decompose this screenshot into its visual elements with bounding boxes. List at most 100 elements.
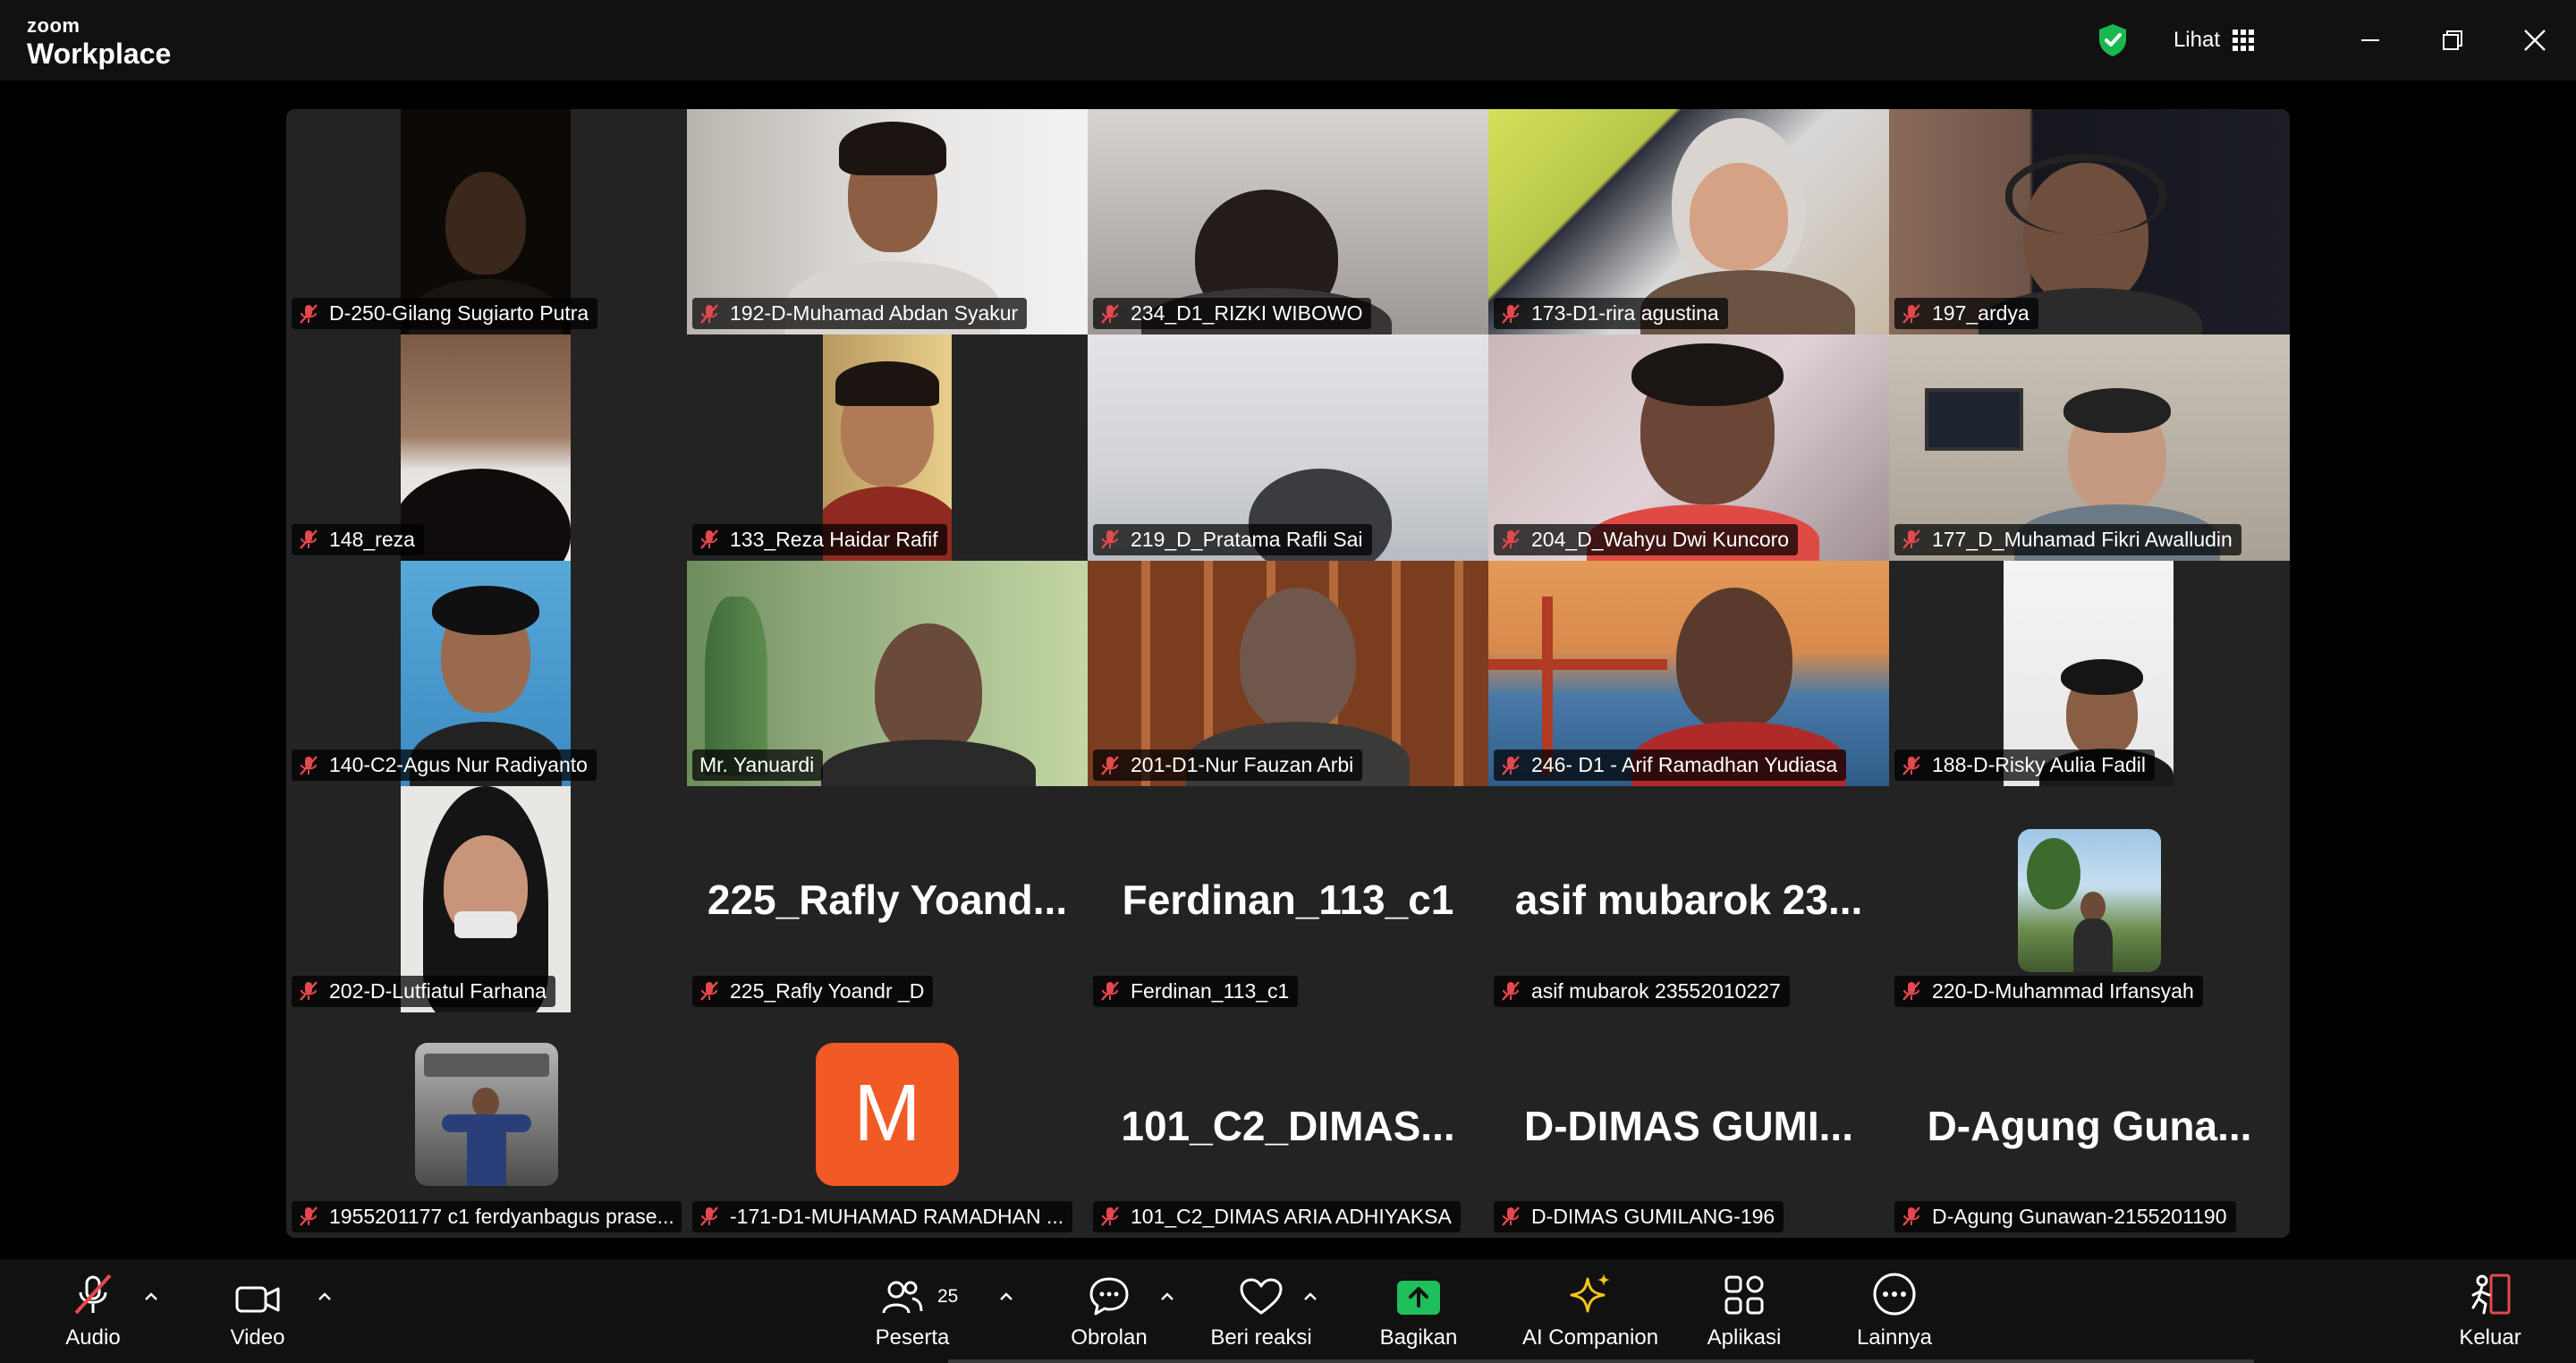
participant-name-tag: 219_D_Pratama Rafli Sai: [1093, 523, 1372, 555]
participant-name: D-DIMAS GUMILANG-196: [1531, 1204, 1775, 1228]
participant-name: 202-D-Lutfiatul Farhana: [329, 978, 547, 1003]
restore-button[interactable]: [2411, 0, 2494, 80]
participant-tile[interactable]: 173-D1-rira agustina: [1488, 109, 1889, 335]
muted-mic-icon: [1502, 981, 1520, 1001]
participant-tile[interactable]: D-DIMAS GUMI... D-DIMAS GUMILANG-196: [1488, 1012, 1889, 1238]
participant-tile[interactable]: 234_D1_RIZKI WIBOWO: [1088, 109, 1488, 335]
participant-name: Ferdinan_113_c1: [1131, 978, 1290, 1003]
audio-options-caret-icon[interactable]: [143, 1291, 159, 1302]
participant-name: 192-D-Muhamad Abdan Syakur: [730, 301, 1019, 326]
participant-name-tag: D-Agung Gunawan-2155201190: [1894, 1200, 2236, 1232]
participant-display-name: D-DIMAS GUMI...: [1524, 1102, 1853, 1149]
participant-display-name: 225_Rafly Yoand...: [707, 876, 1068, 924]
close-icon: [2524, 30, 2546, 51]
security-shield-icon[interactable]: [2097, 22, 2129, 58]
participant-name-tag: 148_reza: [292, 523, 424, 555]
participant-name-tag: Ferdinan_113_c1: [1093, 975, 1299, 1007]
participant-name: 246- D1 - Arif Ramadhan Yudiasa: [1531, 753, 1838, 777]
apps-button[interactable]: Aplikasi: [1699, 1259, 1789, 1363]
participant-name-tag: 192-D-Muhamad Abdan Syakur: [692, 298, 1028, 330]
participant-tile[interactable]: 197_ardya: [1889, 109, 2290, 335]
video-label: Video: [230, 1325, 285, 1350]
participant-tile[interactable]: 148_reza: [286, 334, 687, 561]
muted-mic-icon: [1502, 529, 1520, 550]
active-speaker-tile[interactable]: Mr. Yanuardi: [687, 560, 1088, 787]
chat-options-caret-icon[interactable]: [1159, 1291, 1175, 1302]
reactions-options-caret-icon[interactable]: [1302, 1291, 1318, 1302]
participant-tile[interactable]: 188-D-Risky Aulia Fadil: [1889, 560, 2290, 787]
participant-tile[interactable]: D-Agung Guna... D-Agung Gunawan-21552011…: [1889, 1012, 2290, 1238]
view-button[interactable]: Lihat: [2174, 28, 2254, 53]
participants-options-caret-icon[interactable]: [998, 1291, 1014, 1302]
muted-mic-icon: [300, 304, 318, 324]
participant-tile[interactable]: 133_Reza Haidar Rafif: [687, 334, 1088, 561]
more-button[interactable]: Lainnya: [1850, 1259, 1939, 1363]
participant-name: Mr. Yanuardi: [699, 753, 815, 777]
audio-button[interactable]: Audio: [55, 1259, 131, 1363]
muted-mic-icon: [1902, 304, 1920, 324]
chat-label: Obrolan: [1071, 1325, 1148, 1350]
participant-tile[interactable]: 219_D_Pratama Rafli Sai: [1088, 334, 1488, 561]
participant-tile[interactable]: asif mubarok 23... asif mubarok 23552010…: [1488, 786, 1889, 1012]
muted-mic-icon: [1101, 304, 1119, 324]
participant-name-tag: 234_D1_RIZKI WIBOWO: [1093, 298, 1372, 330]
view-label: Lihat: [2173, 28, 2220, 52]
muted-mic-icon: [1902, 981, 1920, 1001]
muted-mic-icon: [1902, 755, 1920, 775]
participant-tile[interactable]: M -171-D1-MUHAMAD RAMADHAN ...: [687, 1012, 1088, 1238]
participant-tile[interactable]: 202-D-Lutfiatul Farhana: [286, 786, 687, 1012]
participant-tile[interactable]: 246- D1 - Arif Ramadhan Yudiasa: [1488, 560, 1889, 787]
participants-label: Peserta: [875, 1325, 950, 1350]
ai-companion-button[interactable]: AI Companion: [1519, 1259, 1662, 1363]
participant-name-tag: Mr. Yanuardi: [692, 749, 824, 782]
muted-mic-icon: [300, 1206, 318, 1227]
participant-name-tag: 188-D-Risky Aulia Fadil: [1894, 749, 2156, 782]
leave-meeting-button[interactable]: Keluar: [2453, 1259, 2528, 1363]
participant-name-tag: -171-D1-MUHAMAD RAMADHAN ...: [692, 1200, 1073, 1232]
restore-icon: [2443, 30, 2462, 50]
chat-bubble-icon: [1089, 1277, 1129, 1316]
participant-tile[interactable]: Ferdinan_113_c1 Ferdinan_113_c1: [1088, 786, 1488, 1012]
participant-tile[interactable]: 192-D-Muhamad Abdan Syakur: [687, 109, 1088, 335]
participant-name-tag: 197_ardya: [1894, 298, 2038, 330]
participant-tile[interactable]: 177_D_Muhamad Fikri Awalludin: [1889, 334, 2290, 561]
participant-tile[interactable]: D-250-Gilang Sugiarto Putra: [286, 109, 687, 335]
participant-tile[interactable]: 220-D-Muhammad Irfansyah: [1889, 786, 2290, 1012]
participant-name: 220-D-Muhammad Irfansyah: [1932, 978, 2194, 1003]
video-button[interactable]: Video: [220, 1259, 295, 1363]
participants-button[interactable]: 25 Peserta: [868, 1259, 958, 1363]
brand-large: Workplace: [27, 38, 172, 70]
participant-display-name: Ferdinan_113_c1: [1122, 876, 1454, 924]
participant-name-tag: 220-D-Muhammad Irfansyah: [1894, 975, 2203, 1007]
toolbar-divider: [948, 1359, 2254, 1363]
participant-tile[interactable]: 101_C2_DIMAS... 101_C2_DIMAS ARIA ADHIYA…: [1088, 1012, 1488, 1238]
video-camera-icon: [235, 1286, 280, 1313]
participant-tile[interactable]: 1955201177 c1 ferdyanbagus prase...: [286, 1012, 687, 1238]
muted-microphone-icon: [74, 1274, 112, 1315]
participant-display-name: D-Agung Guna...: [1927, 1102, 2252, 1149]
reactions-button[interactable]: Beri reaksi: [1208, 1259, 1315, 1363]
muted-mic-icon: [1902, 1206, 1920, 1227]
muted-mic-icon: [300, 981, 318, 1001]
participant-tile[interactable]: 204_D_Wahyu Dwi Kuncoro: [1488, 334, 1889, 561]
avatar-letter: M: [816, 1042, 959, 1186]
leave-door-icon: [2471, 1274, 2511, 1315]
muted-mic-icon: [1902, 529, 1920, 550]
close-button[interactable]: [2494, 0, 2576, 80]
participant-name: 173-D1-rira agustina: [1531, 301, 1719, 326]
share-screen-button[interactable]: Bagikan: [1374, 1259, 1463, 1363]
participant-tile[interactable]: 201-D1-Nur Fauzan Arbi: [1088, 560, 1488, 787]
participant-tile[interactable]: 140-C2-Agus Nur Radiyanto: [286, 560, 687, 787]
meeting-toolbar: Audio Video 25 Peserta Obrolan Beri reak…: [0, 1259, 2576, 1363]
brand-small: zoom: [27, 14, 80, 37]
minimize-icon: [2361, 39, 2379, 41]
minimize-button[interactable]: [2329, 0, 2411, 80]
participant-name-tag: 1955201177 c1 ferdyanbagus prase...: [292, 1200, 682, 1232]
participant-name: 101_C2_DIMAS ARIA ADHIYAKSA: [1131, 1204, 1452, 1228]
muted-mic-icon: [1101, 529, 1119, 550]
chat-button[interactable]: Obrolan: [1064, 1259, 1154, 1363]
apps-icon: [1724, 1275, 1764, 1315]
video-options-caret-icon[interactable]: [317, 1291, 333, 1302]
share-label: Bagikan: [1379, 1325, 1458, 1350]
participant-tile[interactable]: 225_Rafly Yoand... 225_Rafly Yoandr _D: [687, 786, 1088, 1012]
